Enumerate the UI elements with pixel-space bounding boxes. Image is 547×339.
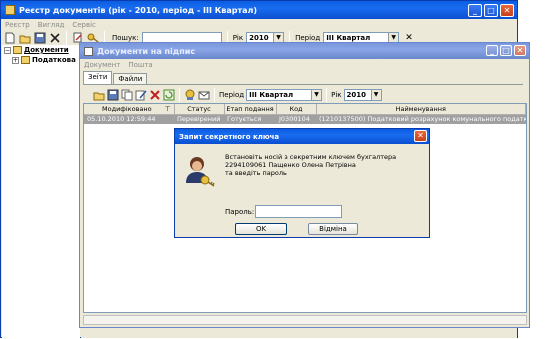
dialog-message: Встановіть носій з секретним ключем бухг… — [225, 153, 425, 177]
filter-icon[interactable]: ⊤ — [165, 105, 171, 113]
period-label: Період — [295, 33, 321, 42]
message-line-1: Встановіть носій з секретним ключем бухг… — [225, 153, 397, 161]
column-code[interactable]: Код — [276, 104, 317, 115]
copy-icon[interactable] — [121, 89, 133, 101]
cell-stage: Готується — [227, 115, 262, 124]
main-statusbar — [81, 327, 517, 338]
dialog-title: Запит секретного ключа — [179, 132, 280, 141]
table-row[interactable]: 05.10.2010 12:59:44 Перевірений Готуєтьс… — [84, 114, 526, 124]
send-icon[interactable] — [198, 89, 210, 101]
maximize-button[interactable]: □ — [484, 4, 498, 17]
dialog-titlebar[interactable]: Запит секретного ключа ✕ — [175, 129, 429, 144]
tab-reports[interactable]: Зеїти — [83, 71, 113, 84]
menu-view[interactable]: Вигляд — [38, 21, 65, 29]
documents-icon — [13, 46, 22, 54]
search-label: Пошук: — [112, 33, 139, 42]
save-icon[interactable] — [34, 32, 46, 44]
menu-service[interactable]: Сервіс — [72, 21, 96, 29]
save-icon[interactable] — [107, 89, 119, 101]
document-tree: − Документи + Податкова — [2, 45, 80, 339]
password-label: Пароль: — [225, 208, 255, 216]
maximize-button[interactable]: □ — [500, 45, 512, 56]
sub-year-label: Рік — [331, 90, 342, 99]
chevron-down-icon[interactable]: ▼ — [388, 32, 399, 43]
sub-window-title: Документи на підпис — [97, 46, 196, 56]
sub-year-select[interactable]: 2010 ▼ — [343, 88, 382, 101]
main-menubar: Реєстр Вигляд Сервіс — [1, 19, 517, 30]
chevron-down-icon[interactable]: ▼ — [311, 89, 322, 100]
year-value: 2010 — [249, 33, 269, 42]
year-label: Рік — [232, 33, 244, 42]
sign-icon[interactable] — [184, 89, 196, 101]
toolbar-separator — [326, 87, 328, 102]
toolbar-separator — [66, 30, 67, 45]
chevron-down-icon[interactable]: ▼ — [370, 89, 381, 100]
menu-registry[interactable]: Реєстр — [5, 21, 30, 29]
menu-mail[interactable]: Пошта — [128, 61, 152, 69]
sub-period-select[interactable]: III Квартал ▼ — [246, 88, 323, 101]
collapse-icon[interactable]: − — [4, 46, 11, 54]
ok-button[interactable]: OK — [235, 223, 287, 235]
cell-name: (1210137500) Податковий розрахунок комун… — [319, 115, 526, 124]
message-line-3: та введіть пароль — [225, 169, 287, 177]
sub-year-value: 2010 — [346, 90, 366, 99]
open-icon[interactable] — [93, 89, 105, 101]
chevron-down-icon[interactable]: ▼ — [273, 32, 284, 43]
clear-filter-icon[interactable]: ✕ — [405, 33, 413, 43]
open-folder-icon[interactable] — [19, 32, 31, 44]
folder-icon — [21, 56, 30, 64]
edit-icon[interactable] — [135, 89, 147, 101]
cell-modified: 05.10.2010 12:59:44 — [87, 115, 156, 124]
table-header-row: Модифіковано ⊤ Статус Етап подання Код На… — [84, 104, 526, 115]
horizontal-scrollbar[interactable] — [83, 315, 527, 325]
refresh-icon[interactable] — [163, 89, 175, 101]
close-button[interactable]: ✕ — [514, 45, 526, 56]
column-status[interactable]: Статус — [174, 104, 225, 115]
main-window-title: Реєстр документів (рік - 2010, період - … — [19, 5, 258, 15]
tree-child-label: Податкова — [32, 56, 76, 64]
dialog-close-button[interactable]: ✕ — [414, 130, 427, 142]
delete-icon[interactable] — [49, 32, 61, 44]
column-name[interactable]: Найменування — [316, 104, 526, 115]
tab-files[interactable]: Файли — [113, 73, 148, 84]
sub-period-value: III Квартал — [249, 90, 294, 99]
minimize-button[interactable]: _ — [468, 4, 482, 17]
toolbar-separator — [179, 87, 180, 102]
sub-toolbar: Період III Квартал ▼ Рік 2010 ▼ — [90, 87, 520, 102]
column-stage[interactable]: Етап подання — [224, 104, 277, 115]
menu-document[interactable]: Документ — [84, 61, 120, 69]
cell-status: Перевірений — [177, 115, 221, 124]
cancel-button[interactable]: Відміна — [308, 223, 358, 235]
sub-window-icon — [84, 46, 93, 56]
expand-icon[interactable]: + — [12, 56, 19, 64]
user-key-icon — [183, 155, 215, 191]
delete-icon[interactable] — [149, 89, 161, 101]
main-titlebar[interactable]: Реєстр документів (рік - 2010, період - … — [1, 1, 517, 19]
toolbar-separator — [214, 87, 215, 102]
new-document-icon[interactable] — [4, 32, 16, 44]
sub-titlebar[interactable]: Документи на підпис _ □ ✕ — [80, 43, 529, 59]
tree-root-label: Документи — [24, 46, 69, 54]
message-line-2: 2294109061 Пащенко Олена Петрівна — [225, 161, 356, 169]
cell-code: J0300104 — [279, 115, 310, 124]
sub-period-label: Період — [219, 90, 245, 99]
secret-key-dialog: Запит секретного ключа ✕ Встановіть носі… — [174, 128, 430, 238]
password-input[interactable] — [255, 205, 342, 218]
tree-child-item[interactable]: + Податкова — [2, 55, 80, 65]
minimize-button[interactable]: _ — [486, 45, 498, 56]
app-icon — [5, 5, 15, 15]
column-modified[interactable]: Модифіковано ⊤ — [84, 104, 175, 115]
period-value: III Квартал — [326, 33, 371, 42]
tab-strip: Зеїти Файли — [83, 71, 523, 85]
close-button[interactable]: ✕ — [500, 4, 514, 17]
sub-menubar: Документ Пошта — [80, 60, 529, 70]
tree-root-item[interactable]: − Документи — [2, 45, 80, 55]
documents-table: Модифіковано ⊤ Статус Етап подання Код На… — [84, 104, 526, 124]
